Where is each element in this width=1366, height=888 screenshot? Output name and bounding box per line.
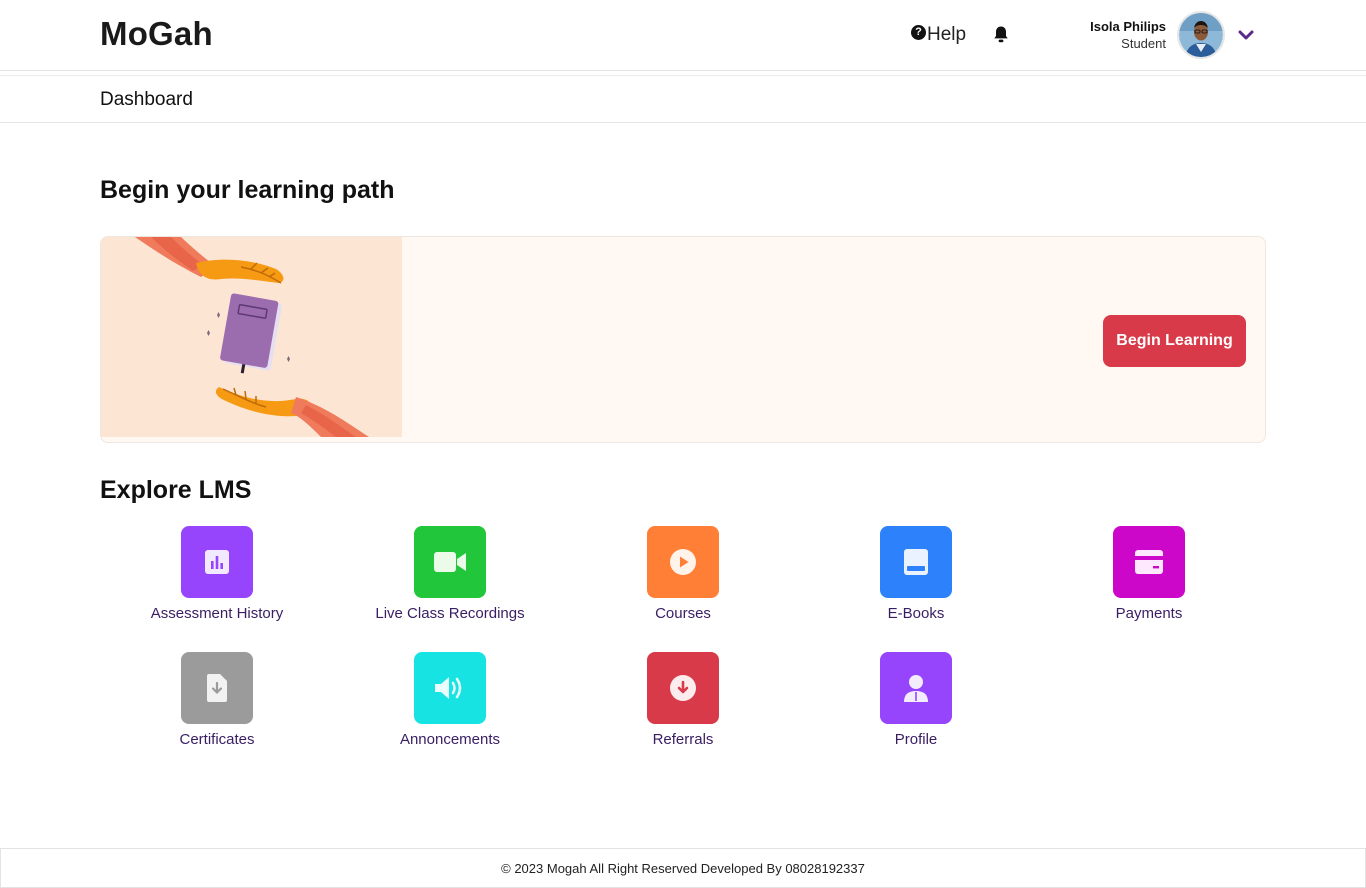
tile-label: Certificates bbox=[179, 731, 255, 748]
tile-icon-box bbox=[647, 652, 719, 724]
tile-icon-box bbox=[181, 652, 253, 724]
tile-icon-box bbox=[414, 652, 486, 724]
top-navbar: MoGah ? Help Isola Philips Student bbox=[0, 0, 1366, 71]
tile-icon-box bbox=[1113, 526, 1185, 598]
tile-profile[interactable]: Profile bbox=[816, 652, 1016, 748]
banner-illustration bbox=[101, 237, 402, 437]
tile-icon-box bbox=[414, 526, 486, 598]
tile-icon-box bbox=[181, 526, 253, 598]
explore-lms-title: Explore LMS bbox=[100, 476, 252, 504]
tile-label: Referrals bbox=[652, 731, 714, 748]
footer: © 2023 Mogah All Right Reserved Develope… bbox=[0, 848, 1366, 888]
tile-label: Courses bbox=[655, 605, 711, 622]
begin-learning-button[interactable]: Begin Learning bbox=[1103, 315, 1246, 367]
avatar[interactable] bbox=[1177, 11, 1225, 59]
tile-label: Profile bbox=[894, 731, 938, 748]
tile-icon-box bbox=[880, 652, 952, 724]
breadcrumb-bar: Dashboard bbox=[0, 75, 1366, 123]
book-icon bbox=[904, 549, 928, 575]
user-icon bbox=[904, 675, 928, 702]
breadcrumb: Dashboard bbox=[100, 89, 193, 110]
video-camera-icon bbox=[434, 552, 466, 572]
user-name: Isola Philips bbox=[1090, 19, 1166, 34]
bell-icon[interactable] bbox=[992, 25, 1010, 45]
tile-certificates[interactable]: Certificates bbox=[117, 652, 317, 748]
tile-annoncements[interactable]: Annoncements bbox=[350, 652, 550, 748]
speaker-icon bbox=[435, 677, 462, 699]
learning-path-title: Begin your learning path bbox=[100, 176, 395, 204]
avatar-image bbox=[1179, 13, 1223, 57]
credit-card-icon bbox=[1135, 550, 1163, 574]
tile-label: Payments bbox=[1115, 605, 1183, 622]
chevron-down-icon[interactable] bbox=[1237, 27, 1255, 43]
tile-payments[interactable]: Payments bbox=[1049, 526, 1249, 622]
tile-icon-box bbox=[647, 526, 719, 598]
tile-icon-box bbox=[880, 526, 952, 598]
tile-e-books[interactable]: E-Books bbox=[816, 526, 1016, 622]
user-info: Isola Philips Student bbox=[1090, 18, 1166, 52]
tile-courses[interactable]: Courses bbox=[583, 526, 783, 622]
help-label: Help bbox=[927, 24, 967, 45]
question-circle-icon: ? bbox=[911, 24, 926, 40]
bar-chart-icon bbox=[205, 550, 229, 574]
play-icon bbox=[670, 549, 696, 575]
logo[interactable]: MoGah bbox=[100, 15, 213, 53]
user-role: Student bbox=[1121, 36, 1166, 51]
learning-banner: Begin Learning bbox=[100, 236, 1266, 443]
tile-label: Live Class Recordings bbox=[375, 605, 525, 622]
footer-text: © 2023 Mogah All Right Reserved Develope… bbox=[501, 860, 865, 876]
download-circle-icon bbox=[670, 675, 696, 701]
tile-referrals[interactable]: Referrals bbox=[583, 652, 783, 748]
tile-label: E-Books bbox=[887, 605, 945, 622]
tile-label: Annoncements bbox=[399, 731, 501, 748]
tile-assessment-history[interactable]: Assessment History bbox=[117, 526, 317, 622]
file-download-icon bbox=[207, 674, 227, 702]
tile-label: Assessment History bbox=[150, 605, 284, 622]
tile-live-class-recordings[interactable]: Live Class Recordings bbox=[350, 526, 550, 622]
help-link[interactable]: ? Help bbox=[911, 24, 966, 46]
